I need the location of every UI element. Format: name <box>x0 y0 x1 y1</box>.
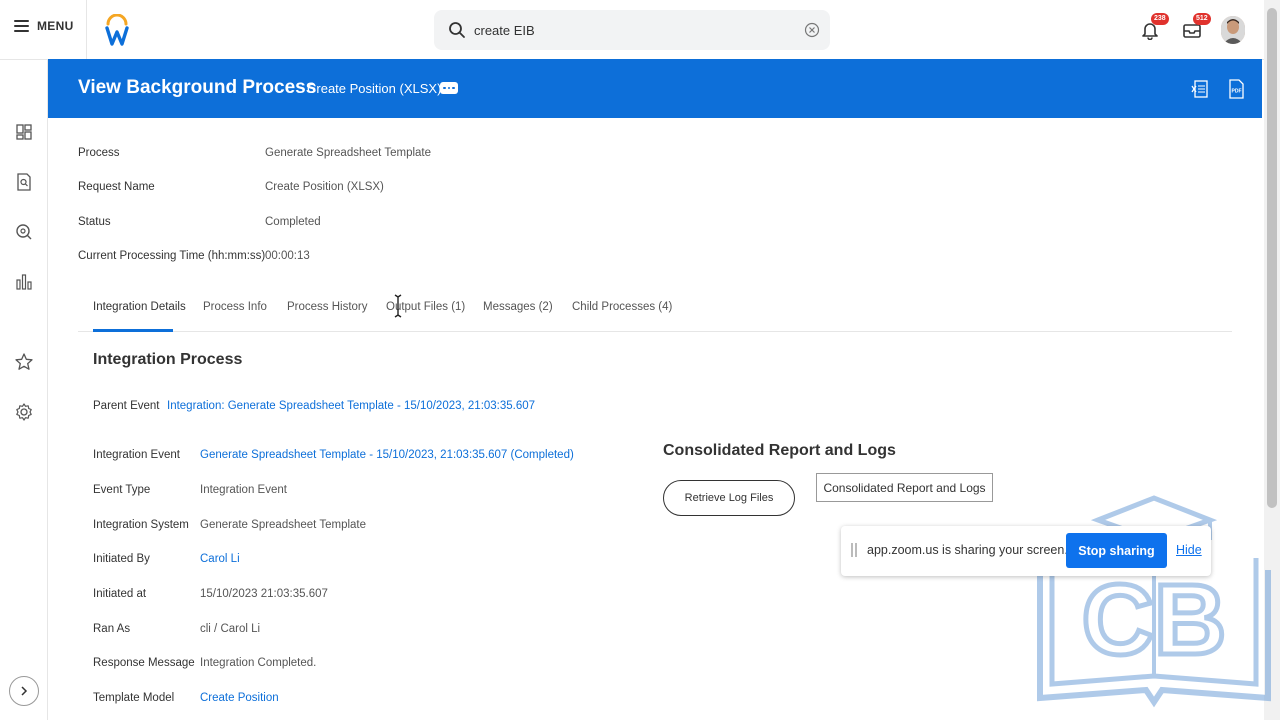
page-header: View Background Process Create Position … <box>48 59 1262 118</box>
tab-process-info[interactable]: Process Info <box>203 301 267 313</box>
summary-value: 00:00:13 <box>265 250 310 262</box>
sharing-message: app.zoom.us is sharing your screen. <box>867 543 1068 557</box>
active-tab-indicator <box>93 329 173 332</box>
page-subtitle[interactable]: Create Position (XLSX) <box>307 81 441 96</box>
row-value: Integration Completed. <box>200 657 317 669</box>
scrollbar-thumb[interactable] <box>1267 8 1277 508</box>
svg-text:PDF: PDF <box>1232 89 1242 95</box>
row-label: Event Type <box>93 484 151 496</box>
summary-value: Generate Spreadsheet Template <box>265 147 432 159</box>
consolidated-report-title: Consolidated Report and Logs <box>663 442 896 459</box>
integration-event-link[interactable]: Generate Spreadsheet Template - 15/10/20… <box>200 449 574 461</box>
dashboard-icon[interactable] <box>14 122 34 142</box>
drag-handle-icon[interactable] <box>851 543 857 557</box>
search-bar[interactable] <box>434 10 830 50</box>
expand-nav-button[interactable] <box>9 676 39 706</box>
favorites-star-icon[interactable] <box>14 352 34 372</box>
summary-label: Current Processing Time (hh:mm:ss) <box>78 250 266 262</box>
hide-link[interactable]: Hide <box>1176 543 1202 557</box>
screen-sharing-bar: app.zoom.us is sharing your screen. Stop… <box>841 526 1211 576</box>
initiated-by-link[interactable]: Carol Li <box>200 553 240 565</box>
summary-label: Request Name <box>78 181 155 193</box>
avatar-image-icon <box>1221 16 1245 44</box>
menu-label: MENU <box>37 19 74 33</box>
tooltip: Consolidated Report and Logs <box>816 473 993 502</box>
left-nav <box>0 60 48 720</box>
hamburger-icon <box>14 20 29 32</box>
parent-event-link[interactable]: Integration: Generate Spreadsheet Templa… <box>167 400 535 412</box>
user-avatar[interactable] <box>1221 16 1245 44</box>
row-label: Template Model <box>93 692 175 704</box>
settings-gear-icon[interactable] <box>14 402 34 422</box>
tab-process-history[interactable]: Process History <box>287 301 368 313</box>
search-icon <box>449 22 465 38</box>
row-label: Response Message <box>93 657 195 669</box>
retrieve-log-files-button[interactable]: Retrieve Log Files <box>663 480 795 516</box>
row-label: Initiated at <box>93 588 147 600</box>
menu-button[interactable]: MENU <box>14 19 74 33</box>
top-bar: MENU 238 512 <box>0 0 1264 60</box>
topbar-divider <box>86 0 87 60</box>
clear-search-icon[interactable] <box>804 22 820 38</box>
row-value: Generate Spreadsheet Template <box>200 519 367 531</box>
text-cursor-icon <box>394 294 402 318</box>
row-value: Integration Event <box>200 484 287 496</box>
stop-sharing-button[interactable]: Stop sharing <box>1066 533 1167 568</box>
summary-value: Create Position (XLSX) <box>265 181 384 193</box>
row-value: 15/10/2023 21:03:35.607 <box>200 588 328 600</box>
row-label: Integration System <box>93 519 189 531</box>
summary-label: Process <box>78 147 120 159</box>
export-pdf-icon[interactable]: PDF <box>1228 79 1244 99</box>
template-model-link[interactable]: Create Position <box>200 692 279 704</box>
search-magnifier-icon[interactable] <box>14 222 34 242</box>
chevron-right-icon <box>21 686 28 696</box>
tab-messages[interactable]: Messages (2) <box>483 301 553 313</box>
row-label: Ran As <box>93 623 131 635</box>
tab-bar: Integration Details Process Info Process… <box>78 296 1232 332</box>
parent-event-label: Parent Event <box>93 400 160 412</box>
page-title: View Background Process <box>78 77 317 98</box>
summary-label: Status <box>78 216 111 228</box>
row-label: Initiated By <box>93 553 150 565</box>
notifications-badge: 238 <box>1151 13 1169 25</box>
integration-process-title: Integration Process <box>93 351 243 368</box>
inbox-badge: 512 <box>1193 13 1211 25</box>
workday-logo-icon[interactable] <box>104 14 130 46</box>
report-search-icon[interactable] <box>14 172 34 192</box>
tab-child-processes[interactable]: Child Processes (4) <box>572 301 672 313</box>
tab-integration-details[interactable]: Integration Details <box>93 301 186 313</box>
export-excel-icon[interactable] <box>1191 79 1209 99</box>
search-input[interactable] <box>474 19 794 41</box>
watermark-text: CB <box>1082 564 1226 676</box>
summary-value: Completed <box>265 216 321 228</box>
row-value: cli / Carol Li <box>200 623 261 635</box>
related-actions-icon[interactable] <box>440 82 458 94</box>
row-label: Integration Event <box>93 449 180 461</box>
analytics-chart-icon[interactable] <box>14 272 34 292</box>
